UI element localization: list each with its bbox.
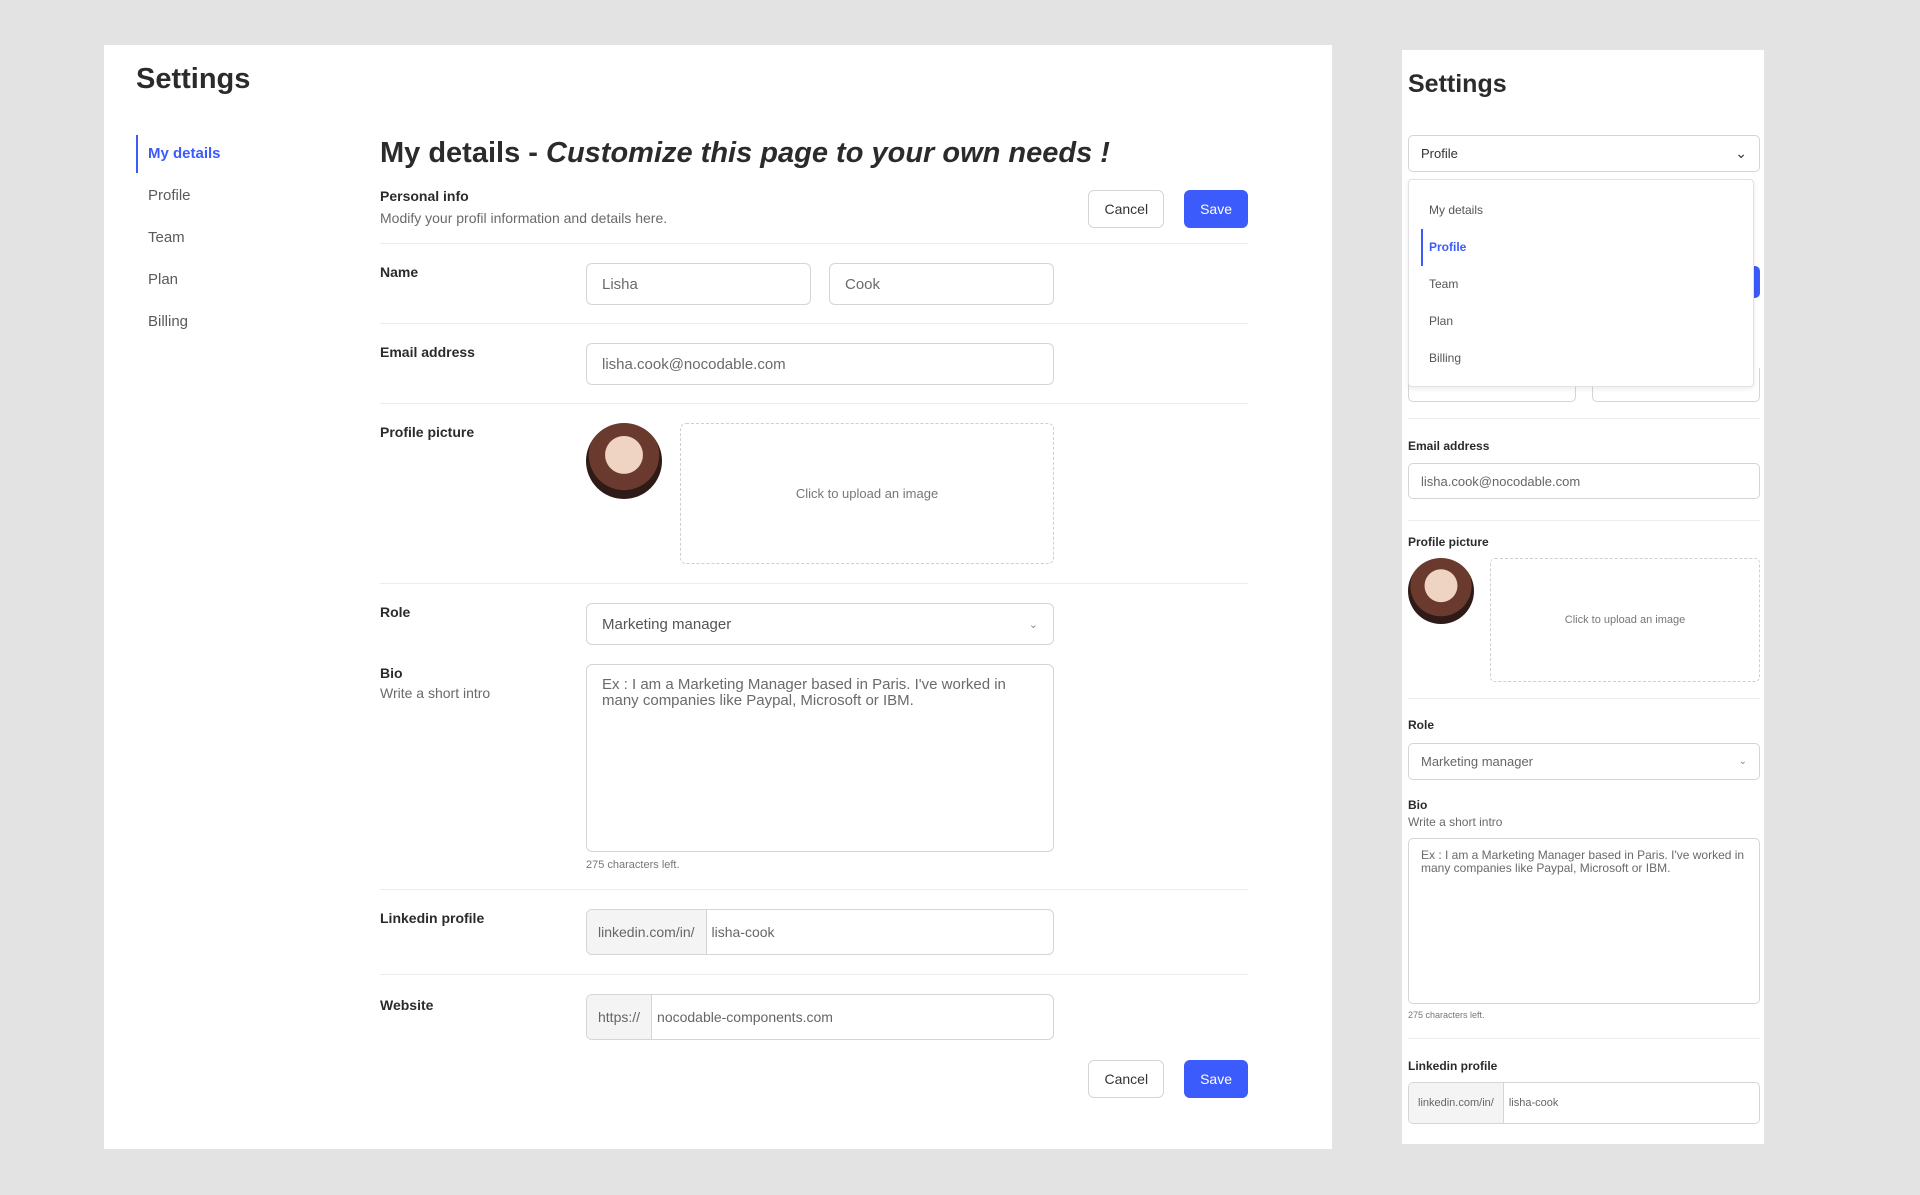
mobile-nav-select[interactable]: Profile ⌄ (1408, 135, 1760, 172)
top-actions: Cancel Save (1088, 190, 1248, 228)
mobile-menu-item-my-details[interactable]: My details (1421, 192, 1753, 229)
heading-italic: Customize this page to your own needs ! (546, 137, 1110, 169)
name-fields: Lisha Cook (586, 263, 1054, 305)
main-content: My details - Customize this page to your… (380, 137, 1248, 1098)
mobile-divider (1408, 1038, 1760, 1039)
mobile-nav-dropdown: My details Profile Team Plan Billing (1408, 179, 1754, 387)
mobile-settings-panel: Settings Profile ⌄ My details Profile Te… (1402, 50, 1764, 1144)
chars-left: 275 characters left. (586, 859, 680, 871)
chevron-down-icon: ⌄ (1738, 756, 1747, 767)
mobile-chars-left: 275 characters left. (1408, 1010, 1485, 1020)
mobile-divider (1408, 418, 1760, 419)
chevron-down-icon: ⌄ (1028, 618, 1038, 631)
sidebar-item-profile[interactable]: Profile (136, 177, 316, 215)
bio-sub: Write a short intro (380, 685, 491, 701)
profile-picture-label: Profile picture (380, 424, 475, 440)
mobile-divider (1408, 520, 1760, 521)
mobile-linkedin-label: Linkedin profile (1408, 1059, 1498, 1073)
bio-label: Bio (380, 665, 403, 681)
mobile-divider (1408, 698, 1760, 699)
mobile-linkedin-prefix: linkedin.com/in/ (1409, 1083, 1504, 1123)
save-button[interactable]: Save (1184, 190, 1248, 228)
sidebar-item-billing[interactable]: Billing (136, 303, 316, 341)
profile-picture-row: Profile picture Click to upload an image (380, 404, 1248, 584)
mobile-role-select[interactable]: Marketing manager ⌄ (1408, 743, 1760, 780)
first-name-input[interactable]: Lisha (586, 263, 811, 305)
mobile-role-label: Role (1408, 718, 1435, 732)
mobile-nav-select-value: Profile (1421, 146, 1458, 161)
bottom-actions: Cancel Save (380, 1060, 1248, 1098)
mobile-email-input[interactable]: lisha.cook@nocodable.com (1408, 463, 1760, 499)
chevron-down-icon: ⌄ (1735, 145, 1747, 161)
mobile-linkedin-input[interactable]: linkedin.com/in/ lisha-cook (1408, 1082, 1760, 1124)
cancel-button-bottom[interactable]: Cancel (1088, 1060, 1165, 1098)
upload-text: Click to upload an image (795, 486, 939, 501)
sidebar-item-my-details[interactable]: My details (136, 135, 316, 173)
mobile-bio-sub: Write a short intro (1408, 815, 1503, 829)
mobile-bio-label: Bio (1408, 798, 1428, 812)
email-input[interactable]: lisha.cook@nocodable.com (586, 343, 1054, 385)
mobile-menu-item-team[interactable]: Team (1421, 266, 1753, 303)
bio-textarea[interactable]: Ex : I am a Marketing Manager based in P… (586, 664, 1054, 852)
linkedin-input[interactable]: linkedin.com/in/ lisha-cook (586, 909, 1054, 955)
mobile-linkedin-value: lisha-cook (1508, 1097, 1559, 1109)
mobile-role-value: Marketing manager (1421, 754, 1533, 769)
desktop-settings-panel: Settings My details Profile Team Plan Bi… (104, 45, 1332, 1149)
website-label: Website (380, 997, 434, 1013)
mobile-upload-text: Click to upload an image (1564, 614, 1686, 626)
linkedin-value: lisha-cook (711, 924, 775, 940)
role-value: Marketing manager (602, 615, 732, 633)
mobile-menu-item-profile[interactable]: Profile (1421, 229, 1753, 266)
role-bio-row: Role Marketing manager ⌄ Bio Write a sho… (380, 584, 1248, 890)
mobile-menu-item-billing[interactable]: Billing (1421, 340, 1753, 377)
upload-dropzone[interactable]: Click to upload an image (680, 423, 1054, 564)
mobile-menu-item-plan[interactable]: Plan (1421, 303, 1753, 340)
mobile-upload-dropzone[interactable]: Click to upload an image (1490, 558, 1760, 682)
linkedin-row: Linkedin profile linkedin.com/in/ lisha-… (380, 890, 1248, 975)
email-label: Email address (380, 344, 475, 360)
cancel-button[interactable]: Cancel (1088, 190, 1165, 228)
last-name-input[interactable]: Cook (829, 263, 1054, 305)
mobile-page-title: Settings (1408, 70, 1507, 98)
heading-text: My details - (380, 137, 546, 169)
website-input[interactable]: https:// nocodable-components.com (586, 994, 1054, 1040)
name-row: Name Lisha Cook (380, 244, 1248, 324)
mobile-profile-picture-label: Profile picture (1408, 535, 1489, 549)
mobile-bio-textarea[interactable]: Ex : I am a Marketing Manager based in P… (1408, 838, 1760, 1004)
website-value: nocodable-components.com (657, 1009, 833, 1025)
linkedin-label: Linkedin profile (380, 910, 485, 926)
avatar (586, 423, 662, 499)
sidebar-item-team[interactable]: Team (136, 219, 316, 257)
website-prefix: https:// (587, 995, 653, 1039)
page-title: Settings (136, 63, 251, 95)
save-button-bottom[interactable]: Save (1184, 1060, 1248, 1098)
section-heading: My details - Customize this page to your… (380, 137, 1248, 170)
sidebar: My details Profile Team Plan Billing (136, 135, 316, 345)
personal-info-header: Personal info Modify your profil informa… (380, 188, 1248, 244)
linkedin-prefix: linkedin.com/in/ (587, 910, 707, 954)
email-row: Email address lisha.cook@nocodable.com (380, 324, 1248, 404)
mobile-avatar (1408, 558, 1474, 624)
name-label: Name (380, 264, 419, 280)
role-label: Role (380, 604, 411, 620)
role-select[interactable]: Marketing manager ⌄ (586, 603, 1054, 645)
website-row: Website https:// nocodable-components.co… (380, 975, 1248, 1060)
sidebar-item-plan[interactable]: Plan (136, 261, 316, 299)
mobile-email-label: Email address (1408, 439, 1490, 453)
